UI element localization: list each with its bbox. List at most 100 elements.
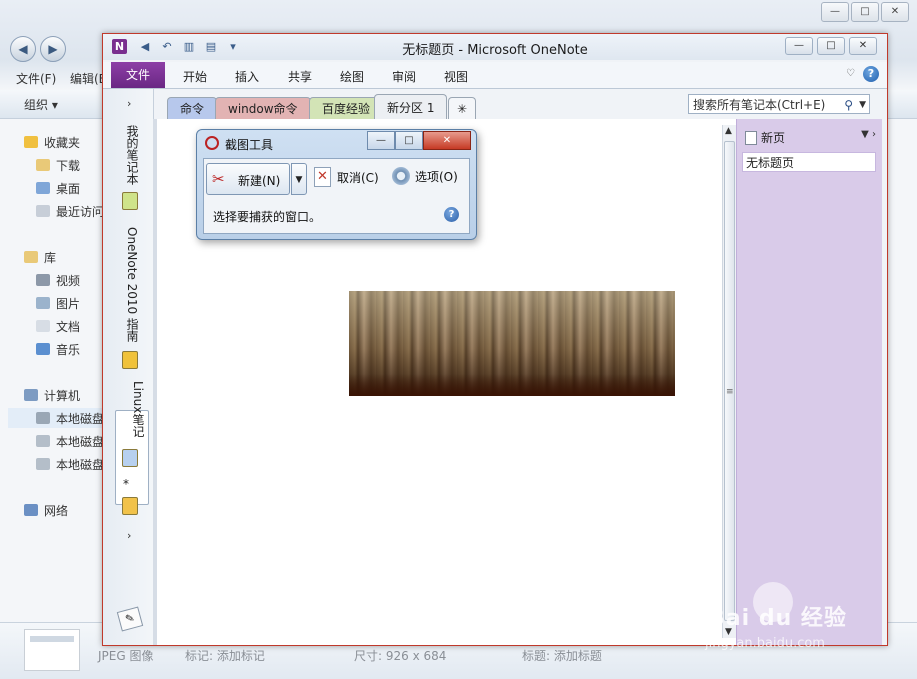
snip-minimize-button[interactable]: — [367,131,395,150]
minimize-button[interactable]: — [785,37,813,55]
section-tab-baidu[interactable]: 百度经验 [309,97,384,119]
tree-computer[interactable]: 计算机 [24,385,80,405]
cancel-icon: ✕ [314,167,331,187]
watermark-url: jingyan.baidu.com [705,636,825,651]
tree-disk-1[interactable]: 本地磁盘 [8,408,108,428]
menu-file[interactable]: 文件(F) [16,70,56,87]
scissors-icon: ✂ [212,170,225,188]
tree-disk-3[interactable]: 本地磁盘 [36,454,104,474]
gear-icon [392,167,410,185]
search-icon[interactable]: ⚲ [844,95,853,115]
folder-icon [36,159,50,171]
tab-insert[interactable]: 插入 [235,68,259,85]
unfiled-notes-icon[interactable] [122,497,138,515]
tab-review[interactable]: 审阅 [392,68,416,85]
tab-view[interactable]: 视图 [444,68,468,85]
tree-disk-2[interactable]: 本地磁盘 [36,431,104,451]
scroll-up-icon[interactable]: ▲ [725,126,732,136]
tab-share[interactable]: 共享 [288,68,312,85]
explorer-maximize-button[interactable]: □ [851,2,879,22]
unfiled-notes-bottom-icon[interactable]: ✎ [116,606,144,632]
tab-home[interactable]: 开始 [183,68,207,85]
video-icon [36,274,50,286]
onenote-window-buttons: — □ ✕ [785,37,877,55]
file-title[interactable]: 标题: 添加标题 [522,647,602,664]
forward-icon[interactable]: ▶ [40,36,66,62]
tree-libraries[interactable]: 库 [24,247,56,267]
help-icon[interactable]: ? [863,66,879,82]
search-input[interactable]: 搜索所有笔记本(Ctrl+E) ⚲ ▼ [688,94,870,114]
notebook-guide[interactable]: OneNote 2010 指南 [113,227,141,342]
notebook-my-notebook[interactable]: 我的笔记本 [113,125,141,185]
search-placeholder: 搜索所有笔记本(Ctrl+E) [693,98,826,112]
tree-downloads[interactable]: 下载 [36,155,80,175]
notebook-icon [122,192,138,210]
network-icon [24,504,38,516]
snip-mode-dropdown[interactable]: ▼ [291,163,307,195]
organize-button[interactable]: 组织 ▾ [24,96,58,113]
section-tabs: 命令 window命令 百度经验 新分区 1 ✳ 搜索所有笔记本(Ctrl+E)… [153,91,880,119]
tree-recent[interactable]: 最近访问 [36,201,104,221]
section-tab-commands[interactable]: 命令 [167,97,218,119]
snip-maximize-button[interactable]: □ [395,131,423,150]
close-button[interactable]: ✕ [849,37,877,55]
snip-close-button[interactable]: ✕ [423,131,471,150]
recent-icon [36,205,50,217]
maximize-button[interactable]: □ [817,37,845,55]
explorer-close-button[interactable]: ✕ [881,2,909,22]
library-icon [24,251,38,263]
page-pane-arrows-icon[interactable]: ▼ › [861,129,876,140]
new-snip-button[interactable]: ✂ 新建(N) [206,163,290,195]
expand-notebook-pane-icon[interactable]: › [127,97,131,110]
disk-icon [36,458,50,470]
tree-network[interactable]: 网络 [24,500,68,520]
scrollbar-thumb[interactable] [724,141,735,621]
tree-desktop[interactable]: 桌面 [36,178,80,198]
notebook-linux[interactable]: Linux笔记 [119,381,147,437]
disk-icon [36,435,50,447]
tree-documents[interactable]: 文档 [36,316,80,336]
cancel-button[interactable]: ✕ 取消(C) [314,167,379,187]
snipping-tool-body: ✂ 新建(N) ▼ ✕ 取消(C) 选项(O) 选择要捕获的窗口。 ? [203,158,470,234]
snipping-tool-title: 截图工具 [225,138,274,152]
search-scope-dropdown[interactable]: ▼ [859,95,866,115]
snipping-tool-window-buttons: — □ ✕ [367,131,471,150]
city-skyline-image[interactable] [349,291,675,396]
new-section-icon[interactable]: ✳ [448,97,477,119]
ribbon-collapse-icon[interactable]: ♡ [846,68,855,79]
section-tab-new-section-1[interactable]: 新分区 1 [374,94,448,119]
tab-file[interactable]: 文件 [111,62,165,88]
disk-icon [36,412,50,424]
snip-help-icon[interactable]: ? [444,207,459,222]
page-item-untitled[interactable]: 无标题页 [742,152,876,172]
window-title: 无标题页 - Microsoft OneNote [402,43,588,58]
new-page-icon [745,130,757,145]
file-thumbnail [24,629,80,671]
navigation-tree: 收藏夹 下载 桌面 最近访问 库 视频 图片 文档 音乐 计算机 本地磁盘 本地… [0,120,108,620]
tree-pictures[interactable]: 图片 [36,293,80,313]
tree-music[interactable]: 音乐 [36,339,80,359]
file-tags[interactable]: 标记: 添加标记 [185,647,265,664]
tree-favorites[interactable]: 收藏夹 [24,132,80,152]
tree-videos[interactable]: 视频 [36,270,80,290]
explorer-minimize-button[interactable]: — [821,2,849,22]
file-type: JPEG 图像 [98,649,154,663]
notebook-pane: › 我的笔记本 OneNote 2010 指南 Linux笔记 * › ✎ [103,89,154,645]
picture-icon [36,297,50,309]
baidu-watermark: Bai du 经验 jingyan.baidu.com [703,580,873,658]
open-book-icon [122,449,138,467]
snipping-tool-window: 截图工具 — □ ✕ ✂ 新建(N) ▼ ✕ 取消(C) 选项(O) 选择要捕获… [196,129,477,240]
section-tab-window-commands[interactable]: window命令 [215,97,311,119]
new-page-button[interactable]: 新页 [745,129,785,146]
vertical-scrollbar[interactable]: ▲ ≡ ▼ [722,125,737,638]
options-button[interactable]: 选项(O) [392,167,458,185]
onenote-titlebar: N ◀ ↶ ▥ ▤ ▾ 无标题页 - Microsoft OneNote — □… [103,34,887,60]
music-icon [36,343,50,355]
tab-draw[interactable]: 绘图 [340,68,364,85]
page-tabs-pane: 新页 ▼ › 无标题页 [736,119,882,645]
document-icon [36,320,50,332]
sparkle-icon: * [123,477,129,491]
explorer-caption-buttons: — □ ✕ [821,2,909,22]
more-notebooks-icon[interactable]: › [127,529,131,542]
back-icon[interactable]: ◀ [10,36,36,62]
